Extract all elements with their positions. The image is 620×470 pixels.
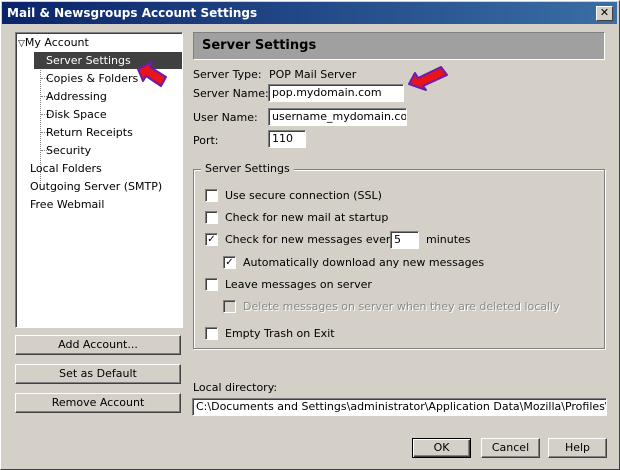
local-directory-field[interactable]: C:\Documents and Settings\administrator\… xyxy=(192,398,607,416)
empty-trash-checkbox[interactable] xyxy=(205,327,218,340)
minutes-field[interactable]: 5 xyxy=(390,231,419,249)
tree-item-outgoing-server[interactable]: Outgoing Server (SMTP) xyxy=(30,178,162,195)
check-at-startup-label[interactable]: Check for new mail at startup xyxy=(225,211,388,224)
tree-item-security[interactable]: Security xyxy=(46,142,91,159)
ssl-checkbox[interactable] xyxy=(205,189,218,202)
close-button[interactable]: ✕ xyxy=(596,6,613,21)
twisty-open-icon[interactable]: ▽ xyxy=(18,39,25,49)
tree-item-free-webmail[interactable]: Free Webmail xyxy=(30,196,104,213)
title-bar[interactable]: Mail & Newsgroups Account Settings ✕ xyxy=(2,2,617,24)
help-button[interactable]: Help xyxy=(548,438,607,458)
delete-on-server-checkbox[interactable] xyxy=(223,300,236,313)
tree-item-local-folders[interactable]: Local Folders xyxy=(30,160,102,177)
panel-title: Server Settings xyxy=(202,38,317,53)
remove-account-button[interactable]: Remove Account xyxy=(15,393,181,413)
port-label: Port: xyxy=(193,134,219,147)
ssl-label[interactable]: Use secure connection (SSL) xyxy=(225,189,382,202)
minutes-label: minutes xyxy=(426,233,471,246)
user-name-label: User Name: xyxy=(193,111,258,124)
annotation-arrow-pointer-icon xyxy=(408,66,448,91)
window-title: Mail & Newsgroups Account Settings xyxy=(7,6,258,20)
set-as-default-button[interactable]: Set as Default xyxy=(15,364,181,384)
tree-item-return-receipts[interactable]: Return Receipts xyxy=(46,124,133,141)
tree-item-label: My Account xyxy=(24,36,89,49)
check-every-label[interactable]: Check for new messages every xyxy=(225,233,397,246)
cancel-button[interactable]: Cancel xyxy=(481,438,540,458)
tree-item-copies-folders[interactable]: Copies & Folders xyxy=(46,70,138,87)
port-field[interactable]: 110 xyxy=(268,130,306,148)
tree-item-my-account[interactable]: ▽My Account xyxy=(18,34,89,51)
add-account-button[interactable]: Add Account... xyxy=(15,335,181,355)
check-every-checkbox[interactable]: ✓ xyxy=(205,233,218,246)
group-legend: Server Settings xyxy=(201,162,294,175)
auto-download-checkbox[interactable]: ✓ xyxy=(223,256,236,269)
server-name-label: Server Name: xyxy=(193,87,269,100)
account-settings-window: Mail & Newsgroups Account Settings ✕ ▽My… xyxy=(0,0,620,470)
check-at-startup-checkbox[interactable] xyxy=(205,211,218,224)
empty-trash-label[interactable]: Empty Trash on Exit xyxy=(225,327,335,340)
leave-on-server-checkbox[interactable] xyxy=(205,278,218,291)
ok-button[interactable]: OK xyxy=(412,438,471,458)
tree-item-disk-space[interactable]: Disk Space xyxy=(46,106,107,123)
delete-on-server-label[interactable]: Delete messages on server when they are … xyxy=(243,300,560,313)
tree-item-addressing[interactable]: Addressing xyxy=(46,88,107,105)
server-name-field[interactable]: pop.mydomain.com xyxy=(268,84,404,102)
annotation-arrow-left-icon xyxy=(137,61,167,87)
panel-header: Server Settings xyxy=(193,32,605,60)
server-type-label: Server Type: xyxy=(193,68,262,81)
auto-download-label[interactable]: Automatically download any new messages xyxy=(243,256,484,269)
server-type-value: POP Mail Server xyxy=(269,68,357,81)
user-name-field[interactable]: username_mydomain.com xyxy=(268,108,407,126)
leave-on-server-label[interactable]: Leave messages on server xyxy=(225,278,372,291)
local-directory-label: Local directory: xyxy=(193,381,278,394)
